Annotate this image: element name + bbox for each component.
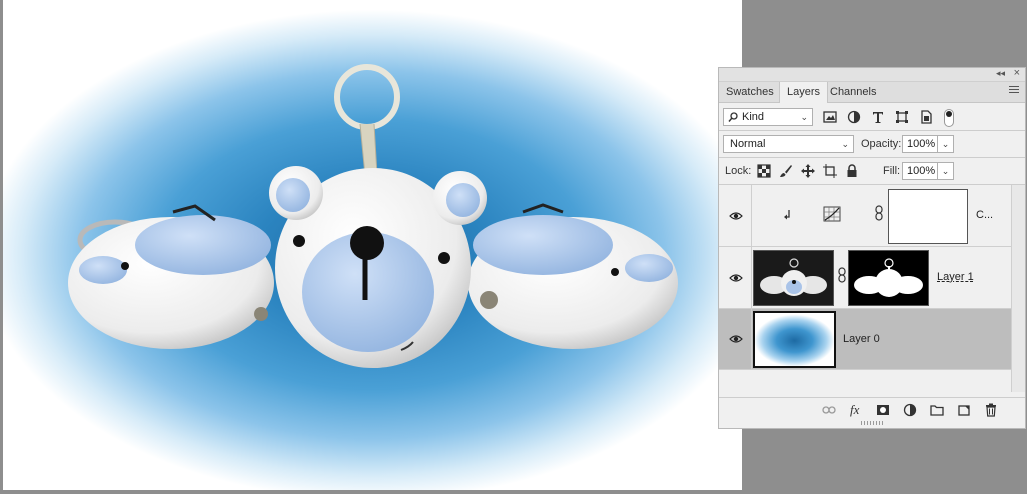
new-adjustment-layer-icon[interactable] (903, 403, 917, 417)
chevron-down-icon: ⌄ (800, 112, 808, 122)
mask-link-chain-icon[interactable] (875, 205, 883, 221)
mask-silhouette-image (854, 258, 923, 297)
close-panel-icon[interactable]: × (1014, 67, 1020, 79)
bear-charm-artwork (68, 64, 678, 368)
divider (751, 185, 752, 246)
lock-transparent-pixels-icon[interactable] (757, 164, 771, 178)
lock-image-pixels-brush-icon[interactable] (779, 164, 793, 178)
visibility-eye-icon[interactable] (729, 273, 743, 283)
layer-mask-thumbnail[interactable] (848, 250, 929, 306)
blend-mode-value: Normal (730, 138, 766, 150)
filter-pixel-icon[interactable] (823, 110, 837, 124)
divider (751, 247, 752, 308)
tab-layers[interactable]: Layers (779, 82, 829, 103)
opacity-label: Opacity: (861, 138, 902, 150)
layer-row-layer-1[interactable]: Layer 1 (719, 247, 1011, 309)
visibility-eye-icon[interactable] (729, 211, 743, 221)
panel-resize-grip[interactable] (861, 421, 883, 425)
panel-footer-toolbar: fx (719, 397, 1025, 422)
fill-dropdown-arrow[interactable]: ⌄ (938, 162, 954, 180)
tab-channels[interactable]: Channels (823, 82, 883, 102)
layer-row-layer-0[interactable]: Layer 0 (719, 309, 1011, 370)
new-layer-icon[interactable] (957, 403, 971, 417)
layers-scrollbar[interactable] (1011, 185, 1025, 392)
collapse-panel-icon[interactable]: ◂◂ (996, 68, 1005, 79)
divider (751, 309, 752, 369)
lock-label: Lock: (725, 165, 752, 177)
filter-adjustment-icon[interactable] (847, 110, 861, 124)
link-layers-icon[interactable] (822, 403, 836, 417)
new-group-folder-icon[interactable] (930, 403, 944, 417)
lock-artboard-icon[interactable] (823, 164, 837, 178)
filter-shape-icon[interactable] (895, 110, 909, 124)
bear-charm-thumbnail-image (760, 258, 827, 296)
filter-smart-object-icon[interactable] (919, 110, 933, 124)
filter-kind-value: Kind (742, 111, 765, 123)
layer-name[interactable]: Layer 1 (937, 271, 974, 283)
curves-adjustment-icon (823, 206, 841, 222)
visibility-eye-icon[interactable] (729, 334, 743, 344)
filter-kind-dropdown[interactable]: Kind ⌄ (723, 108, 813, 126)
lock-row: Lock: Fill: 100% ⌄ (719, 158, 1025, 184)
layer-image-thumbnail[interactable] (753, 250, 834, 306)
panel-title-bar[interactable]: ◂◂ × (719, 67, 1025, 82)
layer-row-adjustment[interactable]: C... (719, 185, 1011, 247)
blend-mode-dropdown[interactable]: Normal ⌄ (723, 135, 854, 153)
fill-label: Fill: (883, 165, 901, 177)
layer-filter-row: Kind ⌄ (719, 104, 1025, 130)
opacity-dropdown-arrow[interactable]: ⌄ (938, 135, 954, 153)
document-canvas[interactable] (3, 0, 742, 490)
mask-link-chain-icon[interactable] (838, 267, 846, 283)
layers-list: C... Layer 1 Layer 0 (719, 185, 1025, 392)
chevron-down-icon: ⌄ (841, 139, 849, 149)
filter-type-icon[interactable] (871, 110, 885, 124)
add-layer-mask-icon[interactable] (876, 403, 890, 417)
lock-position-move-icon[interactable] (801, 164, 815, 178)
delete-layer-trash-icon[interactable] (984, 403, 998, 417)
clipping-mask-arrow-icon (784, 210, 790, 220)
layer-image-thumbnail[interactable] (753, 311, 836, 368)
fill-input[interactable]: 100% (902, 162, 938, 180)
search-icon (728, 112, 738, 122)
tab-swatches[interactable]: Swatches (719, 82, 781, 102)
lock-all-icon[interactable] (845, 164, 859, 178)
layer-name[interactable]: C... (976, 209, 993, 221)
panel-menu-icon[interactable] (1009, 86, 1019, 96)
layer-mask-thumbnail[interactable] (888, 189, 968, 244)
layer-name[interactable]: Layer 0 (843, 333, 880, 345)
blend-mode-row: Normal ⌄ Opacity: 100% ⌄ (719, 131, 1025, 157)
panel-tab-row: Swatches Layers Channels (719, 82, 1025, 103)
opacity-input[interactable]: 100% (902, 135, 938, 153)
layers-panel: ◂◂ × Swatches Layers Channels Kind ⌄ Nor… (718, 67, 1026, 429)
fx-icon[interactable]: fx (850, 402, 859, 418)
filter-toggle-switch[interactable] (944, 109, 954, 127)
